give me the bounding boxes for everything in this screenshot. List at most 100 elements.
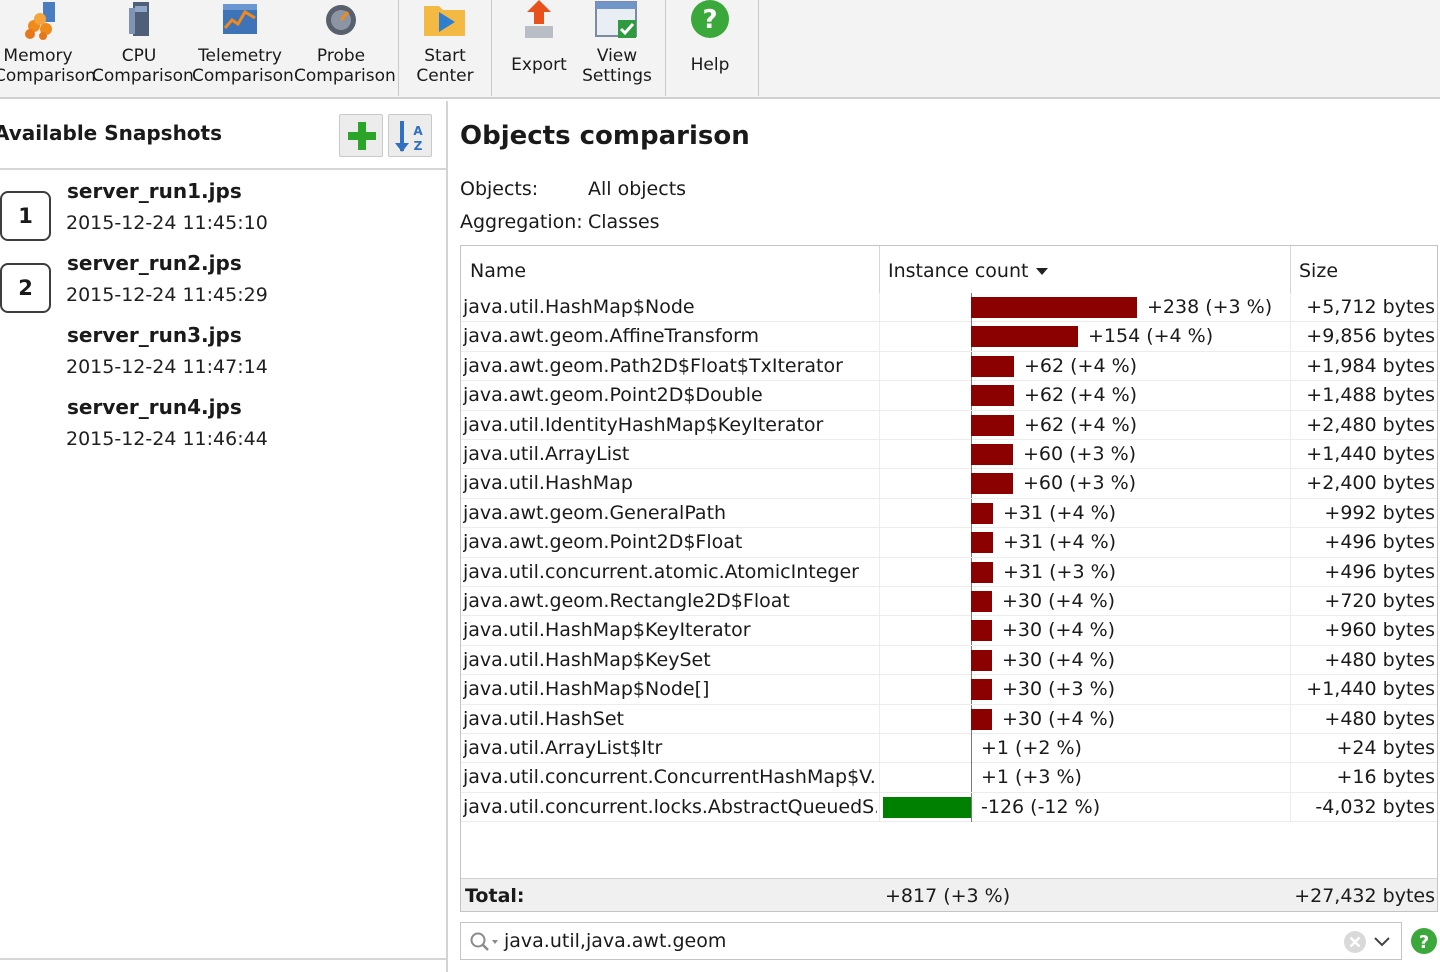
column-divider [879,734,880,763]
snapshot-item[interactable]: server_run3.jps 2015-12-24 11:47:14 [0,323,440,389]
aggregation-value[interactable]: Classes [588,211,660,233]
class-name-cell: java.util.HashSet [463,705,877,734]
table-row[interactable]: java.util.concurrent.ConcurrentHashMap$V… [461,763,1438,792]
start-center-icon [421,0,469,40]
view-settings-icon [594,0,640,42]
column-divider [879,322,880,351]
instance-count-cell: +30 (+3 %) [1002,675,1115,704]
snapshot-item[interactable]: 2 server_run2.jps 2015-12-24 11:45:29 [0,251,440,317]
panel-bottom-divider [0,958,447,960]
column-divider [879,528,880,557]
column-divider [879,793,880,822]
cpu-comparison-label: CPU Comparison [92,46,186,86]
class-name-cell: java.awt.geom.AffineTransform [463,322,877,351]
table-row[interactable]: java.util.concurrent.atomic.AtomicIntege… [461,558,1438,587]
table-row[interactable]: java.awt.geom.Point2D$Float+31 (+4 %)+49… [461,528,1438,557]
snapshot-item[interactable]: 1 server_run1.jps 2015-12-24 11:45:10 [0,179,440,245]
memory-comparison-label: Memory Comparison [0,46,82,86]
filter-help-icon[interactable]: ? [1410,926,1438,956]
instance-count-bar [971,650,992,671]
column-header-size[interactable]: Size [1290,246,1438,293]
table-row[interactable]: java.util.HashMap$Node+238 (+3 %)+5,712 … [461,293,1438,322]
column-divider [879,469,880,498]
aggregation-label: Aggregation: [460,211,583,233]
export-button[interactable]: Export [500,0,578,96]
table-row[interactable]: java.awt.geom.GeneralPath+31 (+4 %)+992 … [461,499,1438,528]
view-settings-label: View Settings [578,46,656,86]
objects-value[interactable]: All objects [588,178,686,200]
snapshot-item[interactable]: server_run4.jps 2015-12-24 11:46:44 [0,395,440,461]
table-row[interactable]: java.util.HashMap+60 (+3 %)+2,400 bytes [461,469,1438,498]
snapshot-name: server_run3.jps [67,323,242,347]
column-divider [1290,528,1291,557]
column-header-name[interactable]: Name [461,246,879,293]
probe-comparison-button[interactable]: Probe Comparison [294,0,388,96]
page-title: Objects comparison [460,121,750,151]
size-cell: -4,032 bytes [1315,793,1435,822]
size-cell: +5,712 bytes [1306,293,1435,322]
panel-splitter[interactable] [446,101,448,972]
telemetry-comparison-button[interactable]: Telemetry Comparison [192,0,288,96]
column-divider [1290,352,1291,381]
start-center-button[interactable]: Start Center [404,0,486,96]
table-row[interactable]: java.util.HashSet+30 (+4 %)+480 bytes [461,705,1438,734]
table-row[interactable]: java.util.ArrayList$Itr+1 (+2 %)+24 byte… [461,734,1438,763]
instance-count-cell: +30 (+4 %) [1002,646,1115,675]
column-divider [1290,587,1291,616]
add-icon [340,115,384,158]
total-row: Total: +817 (+3 %) +27,432 bytes [461,878,1438,912]
size-cell: +2,400 bytes [1306,469,1435,498]
help-button[interactable]: ? Help [672,0,748,96]
class-name-cell: java.util.ArrayList [463,440,877,469]
column-divider [1290,411,1291,440]
svg-text:?: ? [702,5,717,35]
instance-count-bar [971,385,1014,406]
cpu-comparison-button[interactable]: CPU Comparison [92,0,186,96]
column-divider [1290,499,1291,528]
column-divider [879,293,880,322]
table-row[interactable]: java.awt.geom.AffineTransform+154 (+4 %)… [461,322,1438,351]
size-cell: +480 bytes [1324,705,1435,734]
size-cell: +496 bytes [1324,528,1435,557]
table-row[interactable]: java.util.IdentityHashMap$KeyIterator+62… [461,411,1438,440]
filter-input[interactable]: java.util,java.awt.geom [504,923,726,960]
column-divider [879,675,880,704]
table-row[interactable]: java.util.HashMap$KeyIterator+30 (+4 %)+… [461,616,1438,645]
column-divider [1290,616,1291,645]
class-name-cell: java.awt.geom.Path2D$Float$TxIterator [463,352,877,381]
memory-comparison-button[interactable]: Memory Comparison [0,0,82,96]
size-cell: +496 bytes [1324,558,1435,587]
instance-count-cell: +62 (+4 %) [1024,352,1137,381]
instance-count-cell: +31 (+4 %) [1003,528,1116,557]
table-row[interactable]: java.awt.geom.Point2D$Double+62 (+4 %)+1… [461,381,1438,410]
table-row[interactable]: java.util.concurrent.locks.AbstractQueue… [461,793,1438,822]
objects-comparison-table: Name Instance count Size java.util.HashM… [460,245,1438,912]
class-name-cell: java.util.concurrent.locks.AbstractQueue… [463,793,877,822]
snapshots-divider [0,168,447,170]
view-settings-button[interactable]: View Settings [578,0,656,96]
size-cell: +1,440 bytes [1306,440,1435,469]
add-snapshot-button[interactable] [339,114,383,157]
instance-count-bar [971,679,992,700]
snapshot-date: 2015-12-24 11:45:10 [66,212,268,234]
table-row[interactable]: java.awt.geom.Rectangle2D$Float+30 (+4 %… [461,587,1438,616]
size-cell: +1,984 bytes [1306,352,1435,381]
size-cell: +720 bytes [1324,587,1435,616]
column-divider [879,352,880,381]
snapshot-date: 2015-12-24 11:47:14 [66,356,268,378]
clear-icon[interactable] [1343,930,1367,954]
table-row[interactable]: java.awt.geom.Path2D$Float$TxIterator +62… [461,352,1438,381]
table-row[interactable]: java.util.HashMap$Node[]+30 (+3 %)+1,440… [461,675,1438,704]
instance-count-cell: +62 (+4 %) [1024,411,1137,440]
instance-count-cell: +31 (+3 %) [1003,558,1116,587]
sort-snapshots-button[interactable]: A Z [388,114,432,157]
toolbar: Memory Comparison CPU Comparison Telemet… [0,0,1440,99]
column-divider [1290,469,1291,498]
size-cell: +480 bytes [1324,646,1435,675]
table-row[interactable]: java.util.HashMap$KeySet+30 (+4 %)+480 b… [461,646,1438,675]
filter-field[interactable]: java.util,java.awt.geom [460,922,1402,960]
table-row[interactable]: java.util.ArrayList+60 (+3 %)+1,440 byte… [461,440,1438,469]
column-header-instance-count[interactable]: Instance count [879,246,1290,293]
instance-count-cell: +238 (+3 %) [1147,293,1272,322]
chevron-down-icon[interactable] [1373,934,1391,950]
